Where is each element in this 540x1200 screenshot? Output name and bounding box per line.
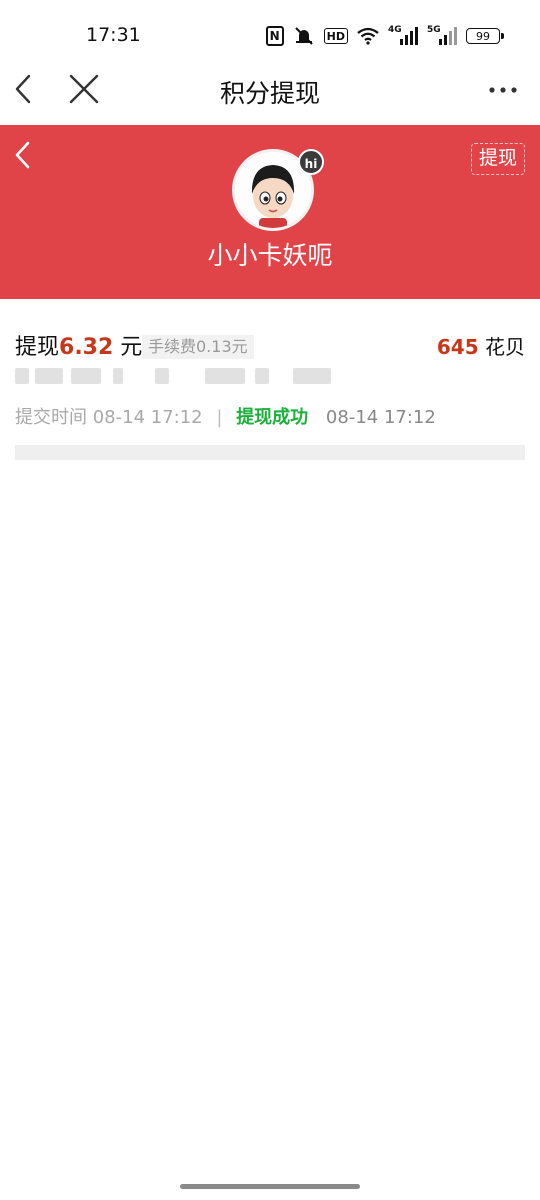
status-time: 08-14 17:12	[325, 407, 436, 428]
username: 小小卡妖呃	[207, 241, 333, 270]
nfc-icon: N	[265, 26, 284, 46]
amount-unit: 元	[113, 335, 143, 360]
separator: |	[216, 407, 223, 428]
record-time-row: 提交时间 08-14 17:12 | 提现成功 08-14 17:12	[15, 403, 436, 429]
amount-value: 6.32	[59, 335, 114, 360]
status-time: 17:31	[86, 24, 141, 46]
profile-header: 提现 hi 小小卡妖呃	[0, 125, 540, 299]
withdraw-button[interactable]: 提现	[470, 143, 525, 175]
hi-badge: hi	[298, 149, 324, 175]
more-icon[interactable]	[488, 80, 518, 100]
divider	[15, 445, 525, 460]
fee-badge: 手续费0.13元	[142, 335, 254, 359]
submit-time: 08-14 17:12	[92, 407, 203, 428]
signal-5g-icon: 5G	[427, 25, 457, 45]
status-badge: 提现成功	[236, 407, 309, 428]
page-title: 积分提现	[219, 79, 320, 108]
submit-label: 提交时间	[15, 407, 87, 428]
withdraw-prefix: 提现	[15, 335, 60, 360]
wifi-icon	[357, 25, 379, 47]
signal-4g-icon: 4G	[388, 25, 418, 45]
points-balance: 645 花贝	[437, 331, 525, 360]
avatar-wrap[interactable]: hi	[232, 149, 324, 233]
status-icons: N HD 4G 5G 99	[265, 24, 504, 48]
mute-icon	[293, 25, 315, 47]
nav-bar: 积分提现	[0, 72, 540, 125]
signal-4g-label: 4G	[388, 25, 402, 35]
hd-icon: HD	[323, 28, 348, 44]
status-bar: 17:31 N HD 4G 5G 99	[0, 0, 540, 72]
header-back-icon[interactable]	[12, 139, 34, 173]
signal-5g-label: 5G	[427, 25, 441, 35]
home-indicator[interactable]	[180, 1184, 360, 1189]
redacted-info	[15, 368, 335, 386]
points-unit: 花贝	[478, 335, 525, 359]
battery-icon: 99	[466, 28, 504, 44]
withdraw-amount: 提现6.32 元	[15, 329, 142, 361]
points-value: 645	[436, 335, 479, 359]
